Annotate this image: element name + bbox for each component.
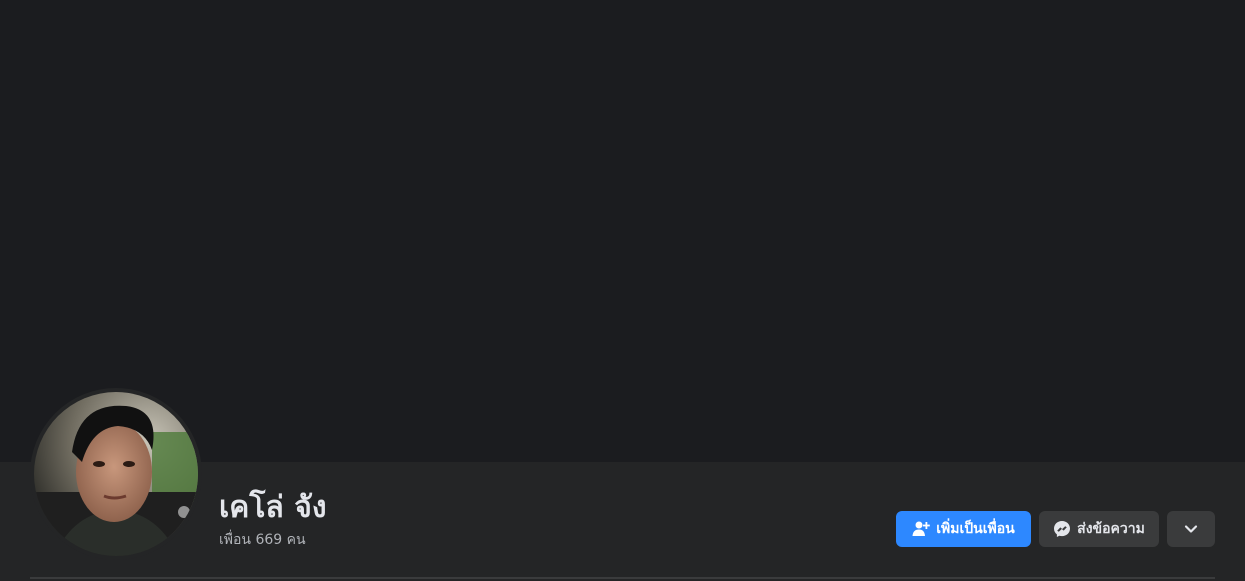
friends-count[interactable]: เพื่อน 669 คน [219,529,306,551]
cover-photo[interactable] [0,0,1245,462]
profile-page: เคโล่ จัง เพื่อน 669 คน เพิ่มเป็นเพื่อน … [0,0,1245,581]
add-friend-button[interactable]: เพิ่มเป็นเพื่อน [896,511,1031,547]
header-divider [30,577,1215,579]
message-label: ส่งข้อความ [1077,521,1145,537]
messenger-icon [1053,520,1071,538]
avatar-photo [34,392,198,556]
add-friend-label: เพิ่มเป็นเพื่อน [936,521,1015,537]
more-options-button[interactable] [1167,511,1215,547]
add-user-icon [912,520,931,538]
avatar[interactable] [30,388,202,560]
chevron-down-icon [1182,520,1200,538]
message-button[interactable]: ส่งข้อความ [1039,511,1159,547]
profile-name: เคโล่ จัง [219,490,327,525]
